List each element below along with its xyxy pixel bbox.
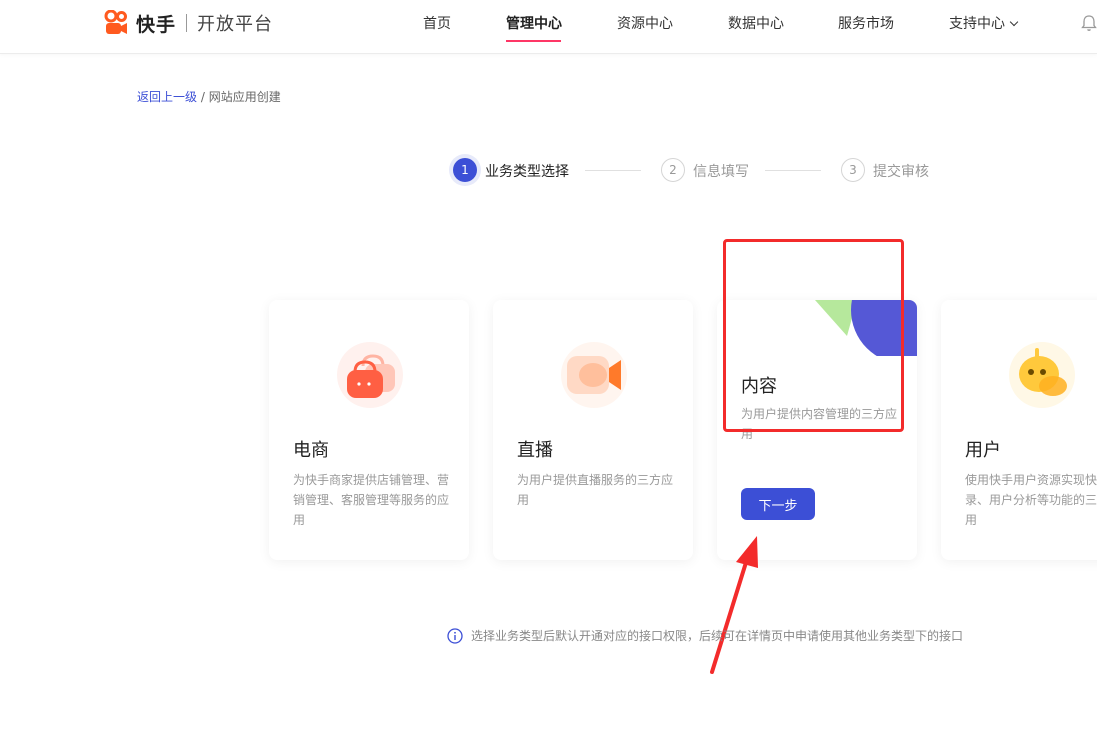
step-connector [765, 170, 821, 171]
info-tip-text: 选择业务类型后默认开通对应的接口权限，后续可在详情页中申请使用其他业务类型下的接… [471, 629, 964, 643]
info-tip: 选择业务类型后默认开通对应的接口权限，后续可在详情页中申请使用其他业务类型下的接… [447, 627, 963, 644]
breadcrumb-separator: / [197, 90, 209, 104]
nav-active-underline [506, 40, 561, 42]
breadcrumb: 返回上一级 / 网站应用创建 [137, 88, 281, 105]
card-user-desc: 使用快手用户资源实现快捷登录、用户分析等功能的三方应用 [965, 473, 1097, 527]
card-user-title: 用户 [965, 440, 1001, 461]
kuaishou-logo-icon [104, 10, 127, 34]
step-1-label: 业务类型选择 [485, 164, 569, 180]
breadcrumb-current: 网站应用创建 [208, 90, 281, 104]
logo-divider [186, 14, 188, 32]
step-connector [585, 170, 641, 171]
next-step-button[interactable]: 下一步 [741, 488, 815, 520]
card-ecommerce-desc: 为快手商家提供店铺管理、营销管理、客服管理等服务的应用 [293, 473, 450, 527]
info-circle-icon [447, 627, 463, 644]
step-3-circle: 3 [841, 158, 865, 182]
card-ecommerce-title: 电商 [293, 440, 329, 461]
logo-subtitle: 开放平台 [197, 14, 274, 35]
nav-item-home[interactable]: 首页 [423, 13, 451, 33]
step-1-circle: 1 [453, 158, 477, 182]
video-camera-icon [561, 342, 627, 408]
step-2-circle: 2 [661, 158, 685, 182]
step-3-label: 提交审核 [873, 164, 929, 180]
card-ecommerce[interactable]: 电商 为快手商家提供店铺管理、营销管理、客服管理等服务的应用 [269, 300, 469, 560]
logo-brand: 快手 [136, 13, 177, 36]
card-live[interactable]: 直播 为用户提供直播服务的三方应用 [493, 300, 693, 560]
annotation-highlight-box [723, 239, 904, 432]
card-user[interactable]: 用户 使用快手用户资源实现快捷登录、用户分析等功能的三方应用 [941, 300, 1097, 560]
nav-item-data[interactable]: 数据中心 [728, 13, 784, 33]
top-header: 快手 开放平台 首页 管理中心 资源中心 数据中心 服务市场 支持中心 [0, 0, 1097, 54]
card-live-title: 直播 [517, 440, 553, 461]
bell-icon[interactable] [1081, 14, 1097, 32]
annotation-arrow [710, 536, 758, 674]
nav-item-service-market[interactable]: 服务市场 [838, 13, 894, 33]
nav-item-resources[interactable]: 资源中心 [617, 13, 673, 33]
step-2-label: 信息填写 [693, 164, 749, 180]
shopping-bag-icon [337, 342, 403, 408]
nav-item-support[interactable]: 支持中心 [949, 13, 1019, 33]
card-live-desc: 为用户提供直播服务的三方应用 [517, 473, 674, 507]
nav-item-support-label: 支持中心 [949, 16, 1005, 32]
breadcrumb-back-link[interactable]: 返回上一级 [137, 90, 197, 104]
logo[interactable]: 快手 开放平台 [104, 9, 273, 37]
user-mascot-icon [1009, 342, 1075, 408]
chevron-down-icon [1009, 17, 1019, 27]
nav-item-management[interactable]: 管理中心 [506, 13, 562, 33]
